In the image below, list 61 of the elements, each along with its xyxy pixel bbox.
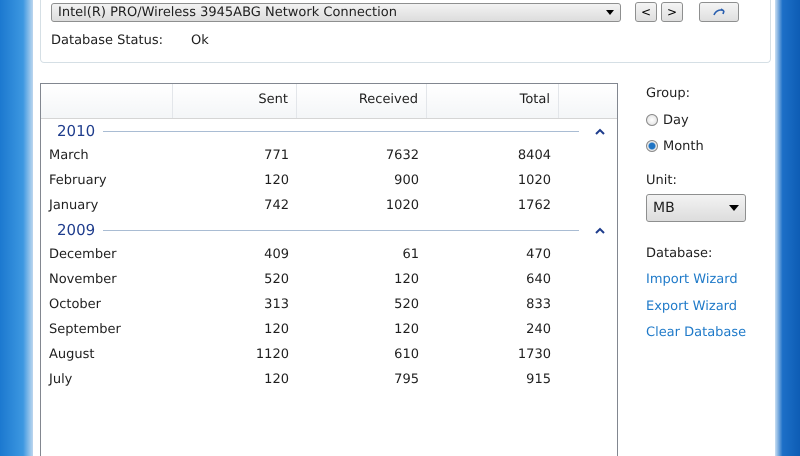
table-cell-text: 640	[525, 272, 552, 287]
table-cell-text: 520	[263, 272, 290, 287]
table-cell-text: 470	[525, 247, 552, 262]
table-cell-text: September	[48, 322, 122, 337]
next-button[interactable]: >	[661, 2, 683, 22]
table-cell-text: 900	[393, 173, 420, 188]
column-header[interactable]: Total	[427, 84, 559, 118]
unit-dropdown[interactable]: MB	[646, 194, 746, 222]
table-cell-text: 120	[263, 173, 290, 188]
table-cell-text: 120	[263, 372, 290, 387]
arrow-icon	[712, 7, 726, 17]
table-cell-text: November	[48, 272, 118, 287]
group-label: Group:	[646, 86, 690, 101]
table-cell-text: 120	[393, 322, 420, 337]
column-header[interactable]: Received	[297, 84, 427, 118]
table-cell-text: 610	[393, 347, 420, 362]
table-cell-text: 1730	[516, 347, 552, 362]
table-cell-text: March	[48, 148, 90, 163]
database-label: Database:	[646, 246, 712, 261]
table-cell-text: 7632	[384, 148, 420, 163]
table-cell-text: 120	[393, 272, 420, 287]
table-cell-text: 409	[263, 247, 290, 262]
database-link[interactable]: Clear Database	[646, 320, 746, 346]
group-title: 2009	[57, 221, 96, 239]
database-link[interactable]: Export Wizard	[646, 294, 738, 320]
collapse-icon[interactable]	[595, 226, 605, 234]
table-cell-text: October	[48, 297, 102, 312]
caret-icon	[606, 10, 614, 14]
group-title: 2010	[57, 122, 96, 140]
table-cell-text: 771	[263, 148, 290, 163]
table-cell-text: 520	[393, 297, 420, 312]
table-cell-text: 120	[263, 322, 290, 337]
table-cell-text: January	[47, 198, 100, 213]
table-cell-text: 1762	[516, 198, 552, 213]
table-cell-text: July	[47, 372, 74, 387]
table-cell-text: 795	[393, 372, 420, 387]
table-cell-text: 915	[525, 372, 552, 387]
table-cell-text: December	[48, 247, 118, 262]
table-cell-text: 313	[263, 297, 290, 312]
table-cell-text: 1120	[254, 347, 290, 362]
table-cell-text: 1020	[384, 198, 420, 213]
database-link[interactable]: Import Wizard	[646, 267, 738, 294]
table-cell-text: February	[48, 173, 108, 188]
unit-label: Unit:	[646, 173, 677, 188]
column-header[interactable]: Sent	[173, 84, 297, 118]
caret-icon	[729, 205, 739, 211]
status-value: Ok	[190, 33, 209, 48]
table-cell-text: 61	[401, 247, 420, 262]
status-label: Database Status:	[51, 33, 163, 48]
table-cell-text: August	[48, 347, 96, 362]
table-cell-text: 742	[263, 198, 290, 213]
table-cell-text: 833	[525, 297, 552, 312]
collapse-icon[interactable]	[595, 128, 605, 134]
table-cell-text: 240	[525, 322, 552, 337]
table-cell-text: 8404	[516, 148, 552, 163]
radio-option[interactable]: Day	[646, 107, 689, 133]
adapter-dropdown[interactable]: Intel(R) PRO/Wireless 3945ABG Network Connection	[51, 2, 621, 22]
refresh-button[interactable]	[699, 2, 739, 22]
previous-button[interactable]: <	[635, 2, 657, 22]
radio-option[interactable]: Month	[646, 133, 704, 159]
table-cell-text: 1020	[516, 173, 552, 188]
